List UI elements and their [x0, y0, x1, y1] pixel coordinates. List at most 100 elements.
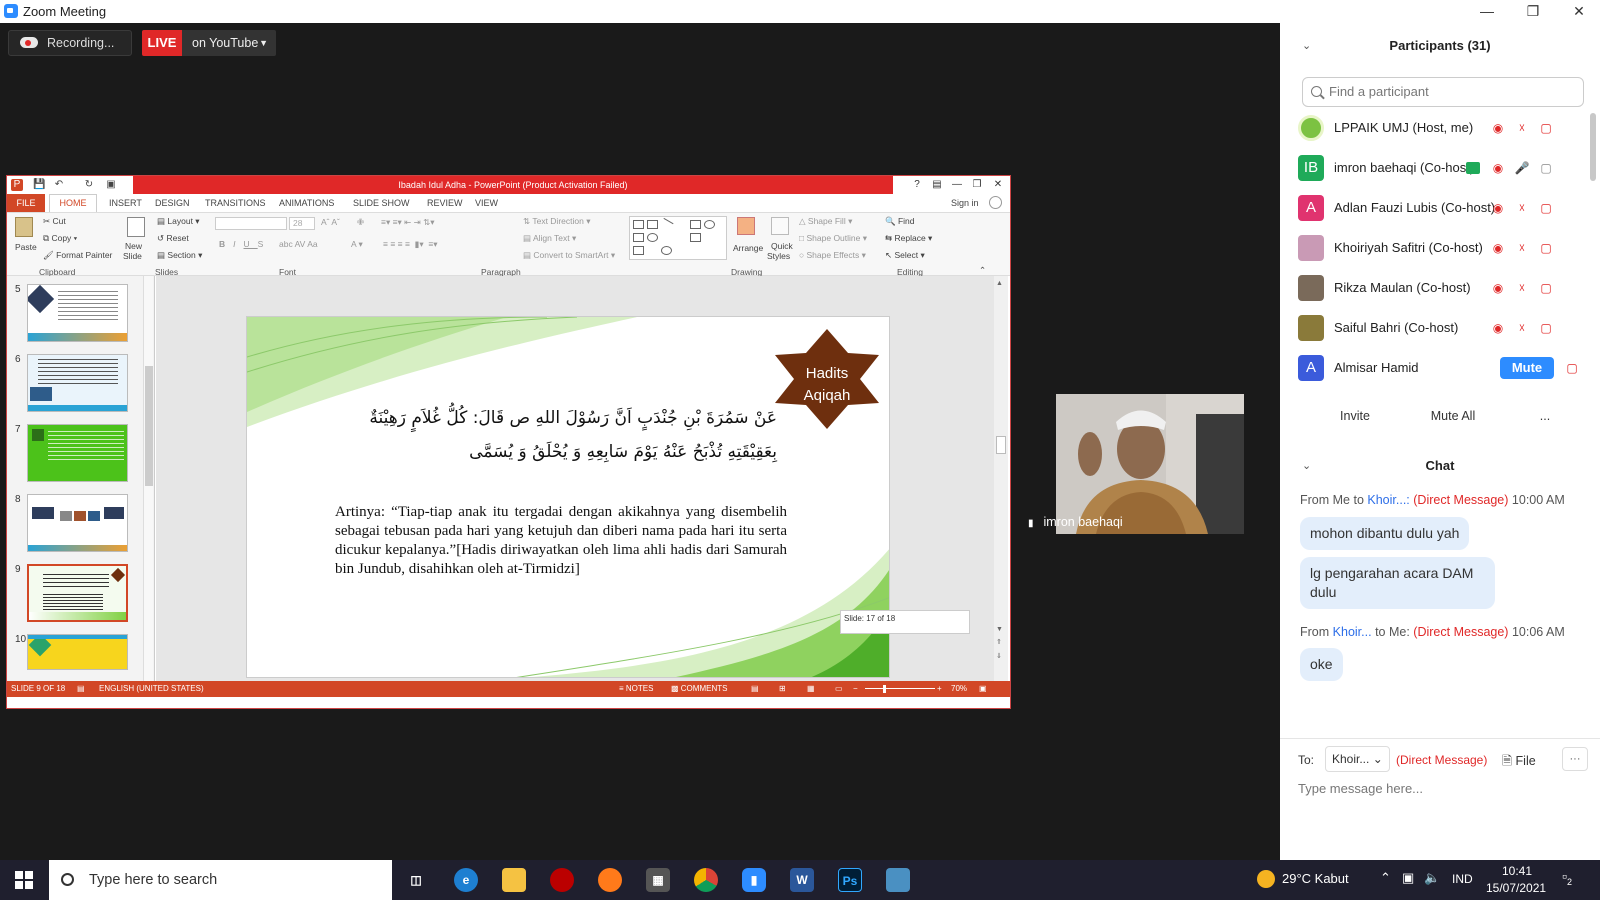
- next-slide-icon[interactable]: ⇓: [996, 652, 1002, 660]
- weather-icon[interactable]: [1257, 870, 1275, 888]
- reset-button[interactable]: ↺ Reset: [157, 233, 189, 244]
- font-style-buttons[interactable]: BIUS: [219, 239, 271, 249]
- redo-icon[interactable]: ↻: [83, 179, 95, 191]
- ppt-help-icon[interactable]: ?: [909, 177, 925, 193]
- square-shape-icon[interactable]: [633, 233, 644, 242]
- char-spacing-icon[interactable]: abc AV Aa: [279, 239, 318, 249]
- fit-slide-icon[interactable]: ▣: [979, 681, 987, 697]
- font-name-input[interactable]: [215, 217, 287, 230]
- slide-thumbnail[interactable]: [27, 634, 128, 670]
- scroll-thumb[interactable]: [996, 436, 1006, 454]
- slide-thumbnail[interactable]: [27, 284, 128, 342]
- tab-insert[interactable]: INSERT: [109, 198, 142, 208]
- copy-button[interactable]: ⧉ Copy ▾: [43, 233, 77, 244]
- notes-button[interactable]: ≡ NOTES: [619, 681, 653, 697]
- line-shape-icon[interactable]: [659, 217, 674, 232]
- mute-participant-button[interactable]: Mute: [1500, 357, 1554, 379]
- tab-view[interactable]: VIEW: [475, 198, 498, 208]
- slide-sorter-icon[interactable]: ⊞: [779, 681, 786, 697]
- slide-thumbnail[interactable]: [27, 354, 128, 412]
- participant-row[interactable]: Saiful Bahri (Co-host) ◉ ☓ ▢: [1280, 308, 1590, 348]
- live-youtube-dropdown[interactable]: on YouTube ▼: [182, 30, 276, 56]
- participant-row[interactable]: Rikza Maulan (Co-host) ◉ ☓ ▢: [1280, 268, 1590, 308]
- tab-transitions[interactable]: TRANSITIONS: [205, 198, 266, 208]
- app-red-icon[interactable]: [550, 868, 574, 892]
- arrange-icon[interactable]: [737, 217, 755, 235]
- tab-slide-show[interactable]: SLIDE SHOW: [353, 198, 410, 208]
- edge-icon[interactable]: e: [454, 868, 478, 892]
- shape-effects-button[interactable]: ○ Shape Effects ▾: [799, 250, 866, 261]
- vtextbox-shape-icon[interactable]: [647, 220, 658, 229]
- clock-time[interactable]: 10:41: [1502, 864, 1532, 878]
- replace-button[interactable]: ⇆ Replace ▾: [885, 233, 932, 244]
- quick-styles-label-2[interactable]: Styles: [767, 251, 790, 261]
- arrange-button[interactable]: Arrange: [733, 243, 763, 253]
- arc-shape-icon[interactable]: [661, 246, 672, 255]
- cut-button[interactable]: ✂ Cut: [43, 216, 66, 227]
- bullets-icon[interactable]: ≡▾ ≡▾ ⇤ ⇥ ⇅▾: [381, 217, 435, 228]
- paste-icon[interactable]: [15, 217, 33, 237]
- collapse-ribbon-icon[interactable]: ⌃: [979, 265, 986, 276]
- font-color-icon[interactable]: A ▾: [351, 239, 363, 250]
- ppt-restore-button[interactable]: ❐: [969, 177, 985, 193]
- participant-row[interactable]: Khoiriyah Safitri (Co-host) ◉ ☓ ▢: [1280, 228, 1590, 268]
- arrow-shape-icon[interactable]: [690, 233, 701, 242]
- new-slide-label[interactable]: New: [125, 241, 142, 251]
- zoom-slider[interactable]: [865, 688, 935, 689]
- minimize-button[interactable]: —: [1464, 0, 1510, 23]
- proofing-icon[interactable]: ▤: [77, 681, 85, 697]
- weather-status[interactable]: 29°C Kabut: [1282, 871, 1349, 886]
- tab-file[interactable]: FILE: [7, 194, 45, 212]
- photoshop-icon[interactable]: Ps: [838, 868, 862, 892]
- chrome-icon[interactable]: [694, 868, 718, 892]
- slide-thumbnail[interactable]: [27, 494, 128, 552]
- shape-fill-button[interactable]: △ Shape Fill ▾: [799, 216, 852, 227]
- callout-shape-icon[interactable]: [633, 246, 644, 255]
- zoom-taskbar-icon[interactable]: ▮: [742, 868, 766, 892]
- photos-icon[interactable]: [886, 868, 910, 892]
- scroll-up-icon[interactable]: ▲: [996, 280, 1003, 287]
- task-view-icon[interactable]: ◫: [404, 868, 428, 892]
- comments-button[interactable]: ▩ COMMENTS: [671, 681, 727, 697]
- invite-button[interactable]: Invite: [1327, 403, 1383, 429]
- slide-scrollbar[interactable]: ▲ ▼ ⇑ ⇓: [994, 276, 1008, 681]
- textbox-shape-icon[interactable]: [633, 220, 644, 229]
- file-explorer-icon[interactable]: [502, 868, 526, 892]
- new-slide-icon[interactable]: [127, 217, 145, 237]
- ppt-close-button[interactable]: ✕: [990, 177, 1006, 193]
- ribbon-display-icon[interactable]: ▤: [929, 177, 945, 193]
- tab-design[interactable]: DESIGN: [155, 198, 190, 208]
- shapes-gallery[interactable]: [629, 216, 727, 260]
- shape-outline-button[interactable]: □ Shape Outline ▾: [799, 233, 867, 244]
- windows-start-icon[interactable]: [15, 871, 33, 889]
- layout-button[interactable]: ▤ Layout ▾: [157, 216, 200, 227]
- file-button[interactable]: 🗎 File: [1502, 752, 1536, 773]
- paste-button[interactable]: Paste: [15, 242, 37, 252]
- zoom-in-icon[interactable]: +: [937, 681, 942, 697]
- normal-view-icon[interactable]: ▤: [751, 681, 759, 697]
- mute-all-button[interactable]: Mute All: [1418, 403, 1488, 429]
- input-language[interactable]: IND: [1452, 872, 1473, 886]
- restore-button[interactable]: ❐: [1510, 0, 1556, 23]
- network-icon[interactable]: ▣: [1402, 870, 1414, 886]
- format-painter-button[interactable]: 🖌 Format Painter: [43, 250, 112, 261]
- chat-more-button[interactable]: ···: [1562, 747, 1588, 771]
- new-slide-label-2[interactable]: Slide: [123, 251, 142, 261]
- current-slide[interactable]: Hadits Aqiqah عَنْ سَمُرَةَ بْنِ جُنْدَب…: [246, 316, 890, 678]
- undo-icon[interactable]: ↶: [53, 179, 65, 191]
- account-icon[interactable]: [989, 196, 1002, 209]
- participants-scrollbar[interactable]: [1590, 113, 1596, 181]
- clock-date[interactable]: 15/07/2021: [1486, 881, 1546, 895]
- word-icon[interactable]: W: [790, 868, 814, 892]
- text-direction-button[interactable]: ⇅ Text Direction ▾: [523, 216, 590, 227]
- quick-styles-label[interactable]: Quick: [771, 241, 793, 251]
- firefox-icon[interactable]: [598, 868, 622, 892]
- volume-icon[interactable]: 🔈: [1424, 870, 1440, 886]
- find-button[interactable]: 🔍 Find: [885, 216, 915, 227]
- participant-row[interactable]: A Almisar Hamid Mute ▢: [1280, 348, 1590, 388]
- save-icon[interactable]: 💾: [33, 179, 45, 191]
- thumbs-scrollbar[interactable]: [143, 276, 153, 681]
- participant-video-tile[interactable]: [1056, 394, 1244, 534]
- notifications-icon[interactable]: ▫2: [1562, 868, 1572, 887]
- align-icons[interactable]: ≡ ≡ ≡ ≡ ▮▾ ≡▾: [383, 239, 438, 250]
